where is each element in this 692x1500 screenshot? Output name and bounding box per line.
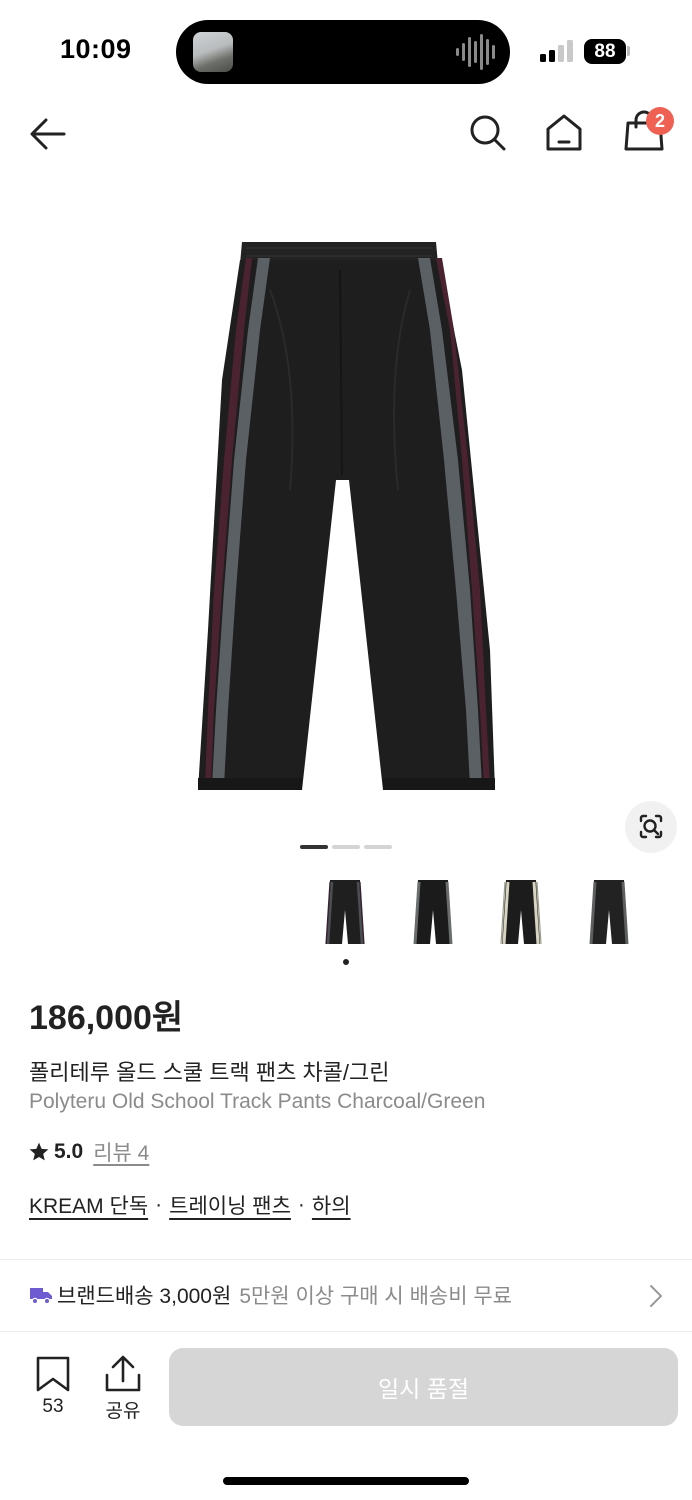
audio-wave-icon xyxy=(456,34,495,70)
review-link[interactable]: 리뷰 4 xyxy=(93,1137,149,1167)
category-link-training-pants[interactable]: 트레이닝 팬츠 xyxy=(169,1190,291,1220)
color-thumbnail-charcoal-green[interactable] xyxy=(312,874,380,950)
product-price: 186,000원 xyxy=(29,999,184,1037)
breadcrumb-separator: · xyxy=(155,1193,163,1216)
category-link-bottoms[interactable]: 하의 xyxy=(312,1190,351,1220)
product-name-korean: 폴리테루 올드 스쿨 트랙 팬츠 차콜/그린 xyxy=(29,1060,390,1085)
gallery-pager-active xyxy=(300,845,328,849)
breadcrumb-separator: · xyxy=(297,1193,305,1216)
status-time: 10:09 xyxy=(60,34,132,64)
dynamic-island[interactable] xyxy=(176,20,510,84)
rating-value: 5.0 xyxy=(54,1140,84,1163)
home-indicator[interactable] xyxy=(223,1477,469,1485)
chevron-right-icon[interactable] xyxy=(646,1283,666,1309)
bookmark-button[interactable]: 53 xyxy=(34,1355,72,1419)
color-thumbnail-black-cream[interactable] xyxy=(488,874,556,950)
signal-icon xyxy=(540,40,573,62)
bottom-bar-divider xyxy=(0,1331,692,1332)
status-bar: 10:09 88 xyxy=(0,0,692,100)
battery-icon: 88 xyxy=(584,39,626,64)
share-label: 공유 xyxy=(105,1401,141,1422)
thumbnail-selected-indicator xyxy=(343,959,349,965)
gallery-pager-dot[interactable] xyxy=(364,845,392,849)
product-image-track-pants[interactable] xyxy=(150,230,540,800)
shipping-label: 브랜드배송 3,000원 xyxy=(57,1285,232,1308)
rating-row: 5.0 리뷰 4 xyxy=(28,1137,149,1167)
star-icon xyxy=(29,1142,49,1161)
sold-out-button[interactable]: 일시 품절 xyxy=(169,1348,678,1426)
home-icon[interactable] xyxy=(541,110,587,156)
gallery-pager-dot[interactable] xyxy=(332,845,360,849)
section-divider xyxy=(0,1259,692,1260)
share-icon xyxy=(105,1355,141,1392)
category-link-kream-exclusive[interactable]: KREAM 단독 xyxy=(29,1190,148,1220)
shipping-note: 5만원 이상 구매 시 배송비 무료 xyxy=(239,1285,513,1308)
truck-icon xyxy=(30,1288,52,1305)
image-search-button[interactable] xyxy=(625,801,677,853)
search-icon[interactable] xyxy=(465,110,511,156)
now-playing-thumbnail xyxy=(193,32,233,72)
back-arrow-icon[interactable] xyxy=(26,112,72,158)
lens-search-icon xyxy=(639,814,663,839)
category-breadcrumb: KREAM 단독 · 트레이닝 팬츠 · 하의 xyxy=(29,1190,351,1220)
color-thumbnail-black-grey[interactable] xyxy=(400,874,468,950)
bookmark-icon xyxy=(36,1356,70,1392)
color-thumbnail-black-charcoal[interactable] xyxy=(576,874,644,950)
share-button[interactable]: 공유 xyxy=(101,1355,145,1422)
bookmark-count: 53 xyxy=(42,1396,64,1417)
product-name-english: Polyteru Old School Track Pants Charcoal… xyxy=(29,1090,486,1113)
cart-count-badge: 2 xyxy=(646,107,674,135)
battery-nub xyxy=(627,46,630,56)
shipping-info-row[interactable]: 브랜드배송 3,000원 5만원 이상 구매 시 배송비 무료 xyxy=(29,1278,669,1312)
